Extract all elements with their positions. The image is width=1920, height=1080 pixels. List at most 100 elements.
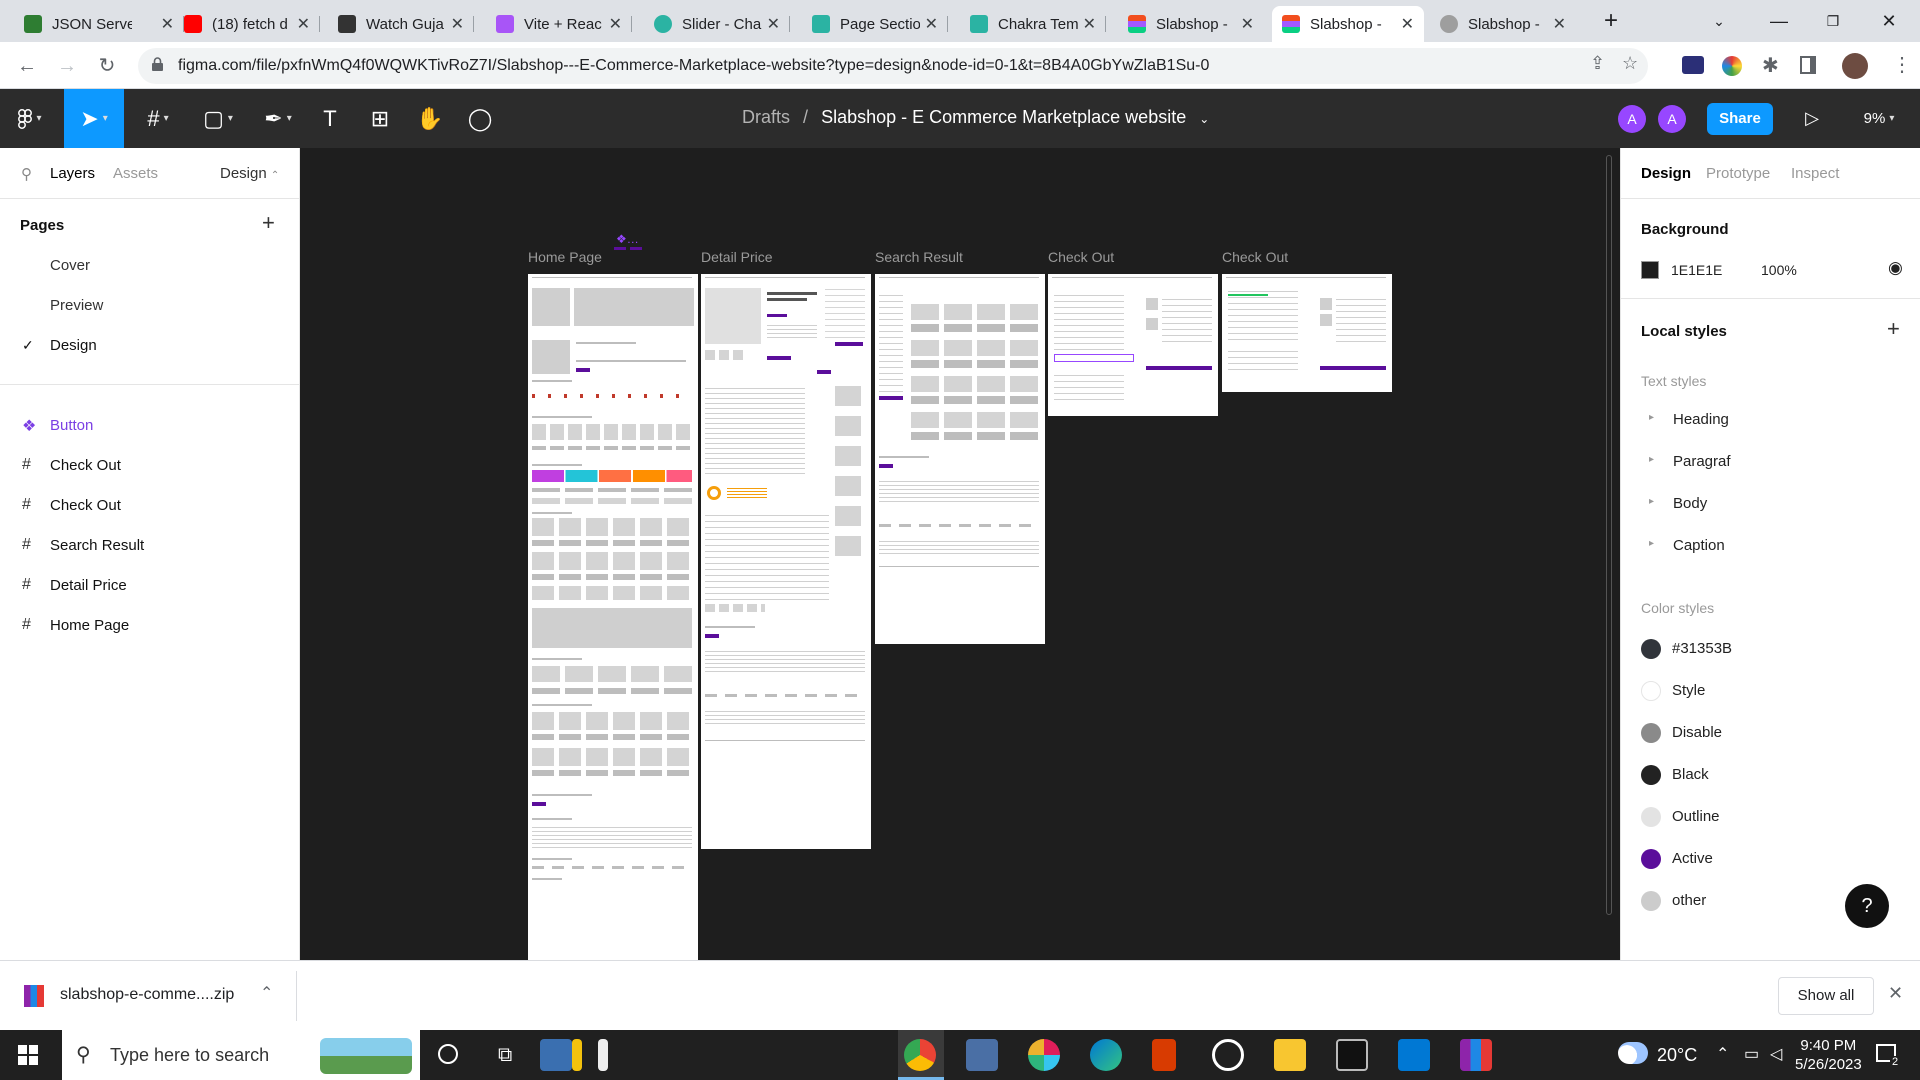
browser-tab[interactable]: Slider - Cha ✕ bbox=[644, 6, 790, 42]
background-opacity[interactable]: 100% bbox=[1761, 262, 1797, 278]
frame-label-detail-price[interactable]: Detail Price bbox=[701, 249, 773, 265]
frame-search-result[interactable] bbox=[875, 274, 1045, 644]
tab-design[interactable]: Design bbox=[1641, 165, 1691, 182]
file-explorer-icon[interactable] bbox=[1274, 1039, 1306, 1071]
extensions-puzzle-icon[interactable]: ✱ bbox=[1762, 53, 1779, 78]
frame-label-check-out[interactable]: Check Out bbox=[1048, 249, 1114, 265]
figma-main-menu-icon[interactable]: ▾ bbox=[6, 89, 54, 148]
pen-tool-icon[interactable]: ✒ ▾ bbox=[252, 89, 304, 148]
chevron-up-icon[interactable]: ⌃ bbox=[1716, 1044, 1729, 1064]
text-style-item[interactable]: ▸ Body bbox=[1641, 490, 1901, 520]
new-tab-icon[interactable]: + bbox=[1588, 6, 1634, 36]
eye-icon[interactable]: ◉ bbox=[1888, 258, 1903, 278]
side-panel-icon[interactable] bbox=[1800, 56, 1816, 74]
browser-tab-active[interactable]: Slabshop - ✕ bbox=[1272, 6, 1424, 42]
component-icon[interactable]: ❖… bbox=[616, 232, 639, 246]
color-style-item[interactable]: Disable bbox=[1641, 718, 1901, 748]
close-tab-icon[interactable]: ✕ bbox=[297, 14, 310, 34]
collaborator-avatar[interactable]: A bbox=[1618, 105, 1646, 133]
color-style-item[interactable]: #31353B bbox=[1641, 634, 1901, 664]
volume-icon[interactable]: ◁ bbox=[1770, 1044, 1782, 1064]
color-style-item[interactable]: Active bbox=[1641, 844, 1901, 874]
show-all-button[interactable]: Show all bbox=[1778, 977, 1874, 1015]
frame-check-out[interactable] bbox=[1048, 274, 1218, 416]
close-tab-icon[interactable]: ✕ bbox=[1083, 14, 1096, 34]
restore-icon[interactable]: ❐ bbox=[1810, 6, 1856, 36]
add-page-icon[interactable]: + bbox=[262, 210, 275, 236]
layer-item[interactable]: # Detail Price bbox=[0, 565, 300, 605]
cortana-icon[interactable] bbox=[438, 1044, 458, 1064]
tab-layers[interactable]: Layers bbox=[50, 165, 95, 182]
present-play-icon[interactable]: ▷ bbox=[1794, 89, 1830, 148]
layer-item[interactable]: # Check Out bbox=[0, 485, 300, 525]
taskbar-app-icon[interactable] bbox=[572, 1039, 582, 1071]
reload-icon[interactable]: ↻ bbox=[91, 50, 123, 82]
taskbar-app-icon[interactable] bbox=[540, 1039, 572, 1071]
bookmark-star-icon[interactable]: ☆ bbox=[1622, 53, 1638, 74]
color-style-item[interactable]: Outline bbox=[1641, 802, 1901, 832]
edge-icon[interactable] bbox=[1090, 1039, 1122, 1071]
move-tool-icon[interactable]: ➤ ▾ bbox=[64, 89, 124, 148]
winrar-icon[interactable] bbox=[1460, 1039, 1492, 1071]
page-item-preview[interactable]: Preview bbox=[0, 285, 300, 325]
address-bar[interactable]: figma.com/file/pxfnWmQ4f0WQWKTivRoZ7I/Sl… bbox=[138, 48, 1648, 84]
close-tab-icon[interactable]: ✕ bbox=[1241, 14, 1254, 34]
layer-item[interactable]: ❖ Button bbox=[0, 405, 300, 445]
temperature[interactable]: 20°C bbox=[1657, 1045, 1697, 1066]
profile-avatar[interactable] bbox=[1842, 53, 1868, 79]
color-style-item[interactable]: Style bbox=[1641, 676, 1901, 706]
layer-item[interactable]: # Search Result bbox=[0, 525, 300, 565]
layer-item[interactable]: # Check Out bbox=[0, 445, 300, 485]
lock-icon[interactable] bbox=[152, 57, 163, 71]
frame-check-out[interactable] bbox=[1222, 274, 1392, 392]
browser-tab[interactable]: Page Sectio ✕ bbox=[802, 6, 948, 42]
minimize-icon[interactable]: — bbox=[1756, 6, 1802, 36]
canvas-scrollbar[interactable] bbox=[1606, 155, 1612, 915]
frame-tool-icon[interactable]: # ▾ bbox=[132, 89, 184, 148]
close-tab-icon[interactable]: ✕ bbox=[451, 14, 464, 34]
browser-menu-icon[interactable]: ⋮ bbox=[1892, 52, 1912, 77]
collaborator-avatar[interactable]: A bbox=[1658, 105, 1686, 133]
comment-tool-icon[interactable]: ◯ bbox=[462, 89, 498, 148]
chevron-up-icon[interactable]: ⌃ bbox=[260, 983, 273, 1003]
text-style-item[interactable]: ▸ Paragraf bbox=[1641, 448, 1901, 478]
mode-dropdown[interactable]: Design ⌃ bbox=[220, 165, 279, 182]
search-icon[interactable]: ⚲ bbox=[21, 165, 32, 183]
close-tab-icon[interactable]: ✕ bbox=[1401, 14, 1414, 34]
file-title[interactable]: Slabshop - E Commerce Marketplace websit… bbox=[821, 107, 1186, 127]
chevron-down-icon[interactable]: ⌄ bbox=[1199, 112, 1209, 126]
share-page-icon[interactable]: ⇪ bbox=[1590, 53, 1605, 74]
color-style-item[interactable]: Black bbox=[1641, 760, 1901, 790]
share-button[interactable]: Share bbox=[1707, 103, 1773, 135]
resources-icon[interactable]: ⊞ bbox=[362, 89, 398, 148]
page-item-cover[interactable]: Cover bbox=[0, 245, 300, 285]
chrome-icon[interactable] bbox=[904, 1039, 936, 1071]
design-canvas[interactable]: ❖… Home Page Detail Price Search Result … bbox=[300, 148, 1620, 960]
browser-tab[interactable]: Slabshop - ✕ bbox=[1430, 6, 1576, 42]
background-swatch[interactable] bbox=[1641, 261, 1659, 279]
windows-start-icon[interactable] bbox=[18, 1045, 38, 1065]
text-tool-icon[interactable]: T bbox=[312, 89, 348, 148]
task-view-icon[interactable]: ⧉ bbox=[498, 1044, 512, 1067]
office-icon[interactable] bbox=[1152, 1039, 1176, 1071]
close-tab-icon[interactable]: ✕ bbox=[161, 14, 174, 34]
frame-label-search-result[interactable]: Search Result bbox=[875, 249, 963, 265]
terminal-icon[interactable] bbox=[1336, 1039, 1368, 1071]
network-icon[interactable]: ▭ bbox=[1744, 1044, 1759, 1064]
browser-tab[interactable]: JSON Serve ✕ bbox=[14, 6, 184, 42]
taskbar-search[interactable]: ⚲ Type here to search bbox=[62, 1030, 420, 1080]
close-tab-icon[interactable]: ✕ bbox=[1553, 14, 1566, 34]
close-tab-icon[interactable]: ✕ bbox=[925, 14, 938, 34]
browser-tab[interactable]: Slabshop - ✕ bbox=[1118, 6, 1264, 42]
back-icon[interactable]: ← bbox=[11, 50, 43, 82]
vscode-icon[interactable] bbox=[1398, 1039, 1430, 1071]
tab-prototype[interactable]: Prototype bbox=[1706, 165, 1770, 182]
browser-tab[interactable]: Vite + Reac ✕ bbox=[486, 6, 632, 42]
app-icon[interactable] bbox=[1212, 1039, 1244, 1071]
breadcrumb-drafts[interactable]: Drafts bbox=[742, 107, 790, 127]
frame-label-check-out[interactable]: Check Out bbox=[1222, 249, 1288, 265]
color-picker-extension-icon[interactable] bbox=[1722, 56, 1742, 76]
taskbar-app-icon[interactable] bbox=[598, 1039, 608, 1071]
browser-tab[interactable]: Watch Guja ✕ bbox=[328, 6, 474, 42]
tab-inspect[interactable]: Inspect bbox=[1791, 165, 1839, 182]
